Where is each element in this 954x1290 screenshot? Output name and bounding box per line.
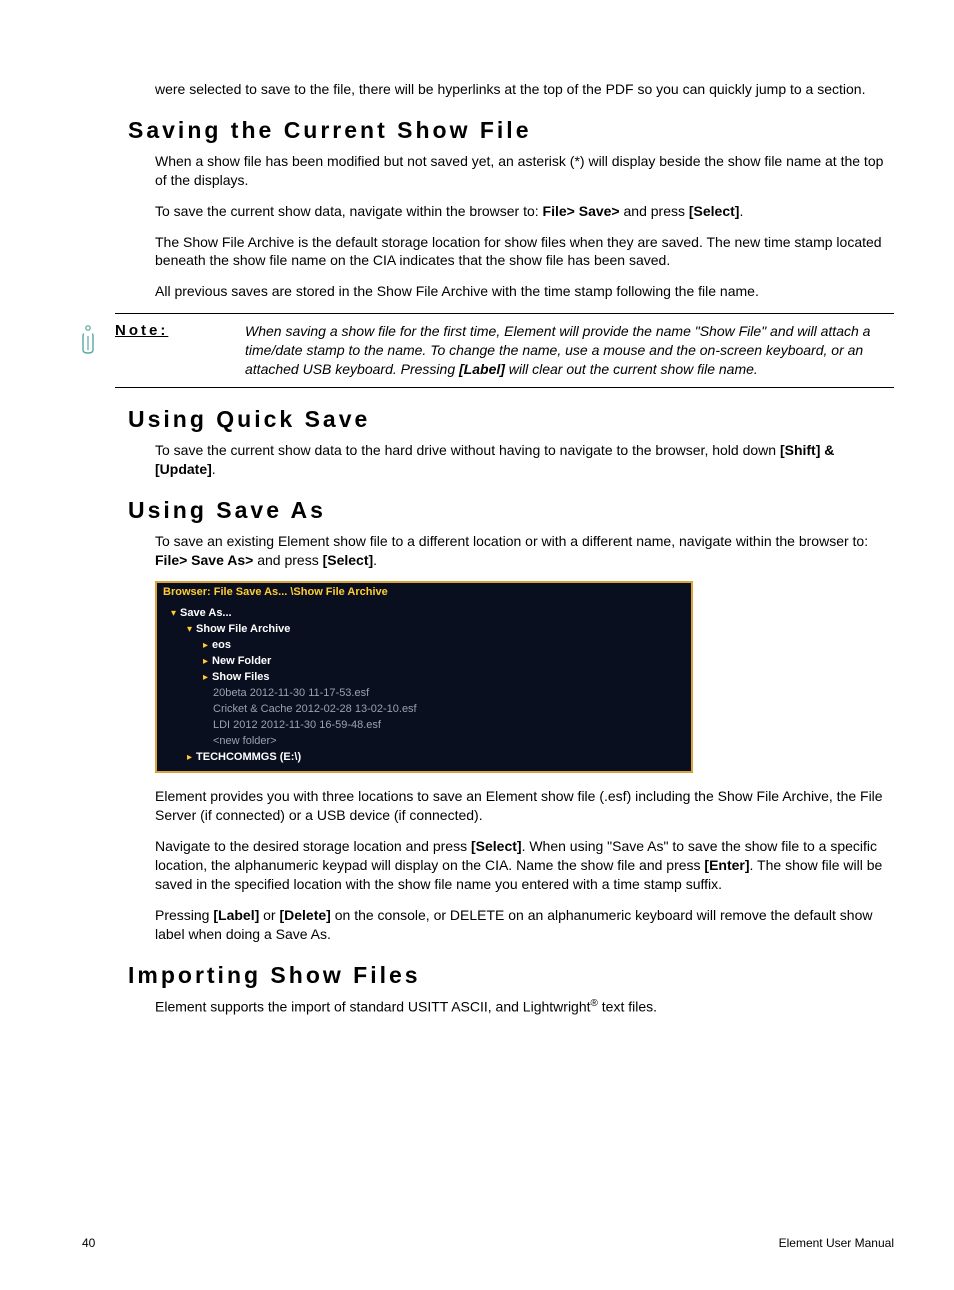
chevron-down-icon: [171, 607, 180, 619]
tree-file[interactable]: Cricket & Cache 2012-02-28 13-02-10.esf: [157, 701, 691, 717]
tree-file[interactable]: 20beta 2012-11-30 11-17-53.esf: [157, 685, 691, 701]
quicksave-p1: To save the current show data to the har…: [155, 441, 894, 479]
chevron-right-icon: [187, 751, 196, 763]
note-block: Note: When saving a show file for the fi…: [115, 313, 894, 388]
tree-show-archive[interactable]: Show File Archive: [157, 621, 691, 637]
tree-techcom[interactable]: TECHCOMMGS (E:\): [157, 749, 691, 765]
tree-new-folder-placeholder[interactable]: <new folder>: [157, 733, 691, 749]
tree-new-folder[interactable]: New Folder: [157, 653, 691, 669]
heading-saving: Saving the Current Show File: [128, 117, 894, 144]
saving-p3: The Show File Archive is the default sto…: [155, 233, 894, 271]
heading-saveas: Using Save As: [128, 497, 894, 524]
browser-title: Browser: File Save As... \Show File Arch…: [157, 583, 691, 601]
chevron-down-icon: [187, 623, 196, 635]
browser-tree: Save As... Show File Archive eos New Fol…: [157, 601, 691, 771]
chevron-right-icon: [203, 639, 212, 651]
intro-paragraph: were selected to save to the file, there…: [155, 80, 894, 99]
saving-p4: All previous saves are stored in the Sho…: [155, 282, 894, 301]
info-icon: [75, 322, 115, 358]
chevron-right-icon: [203, 655, 212, 667]
saveas-p3: Navigate to the desired storage location…: [155, 837, 894, 894]
note-label: Note:: [115, 322, 245, 339]
chevron-right-icon: [203, 671, 212, 683]
tree-file[interactable]: LDI 2012 2012-11-30 16-59-48.esf: [157, 717, 691, 733]
heading-importing: Importing Show Files: [128, 962, 894, 989]
importing-p1: Element supports the import of standard …: [155, 997, 894, 1017]
tree-save-as[interactable]: Save As...: [157, 605, 691, 621]
manual-title: Element User Manual: [779, 1236, 894, 1250]
heading-quicksave: Using Quick Save: [128, 406, 894, 433]
saveas-p4: Pressing [Label] or [Delete] on the cons…: [155, 906, 894, 944]
saveas-p1: To save an existing Element show file to…: [155, 532, 894, 570]
page-footer: 40 Element User Manual: [82, 1236, 894, 1250]
page-number: 40: [82, 1236, 95, 1250]
saving-p2: To save the current show data, navigate …: [155, 202, 894, 221]
tree-show-files[interactable]: Show Files: [157, 669, 691, 685]
browser-panel: Browser: File Save As... \Show File Arch…: [155, 581, 693, 773]
tree-eos[interactable]: eos: [157, 637, 691, 653]
note-body: When saving a show file for the first ti…: [245, 322, 894, 379]
saving-p1: When a show file has been modified but n…: [155, 152, 894, 190]
saveas-p2: Element provides you with three location…: [155, 787, 894, 825]
